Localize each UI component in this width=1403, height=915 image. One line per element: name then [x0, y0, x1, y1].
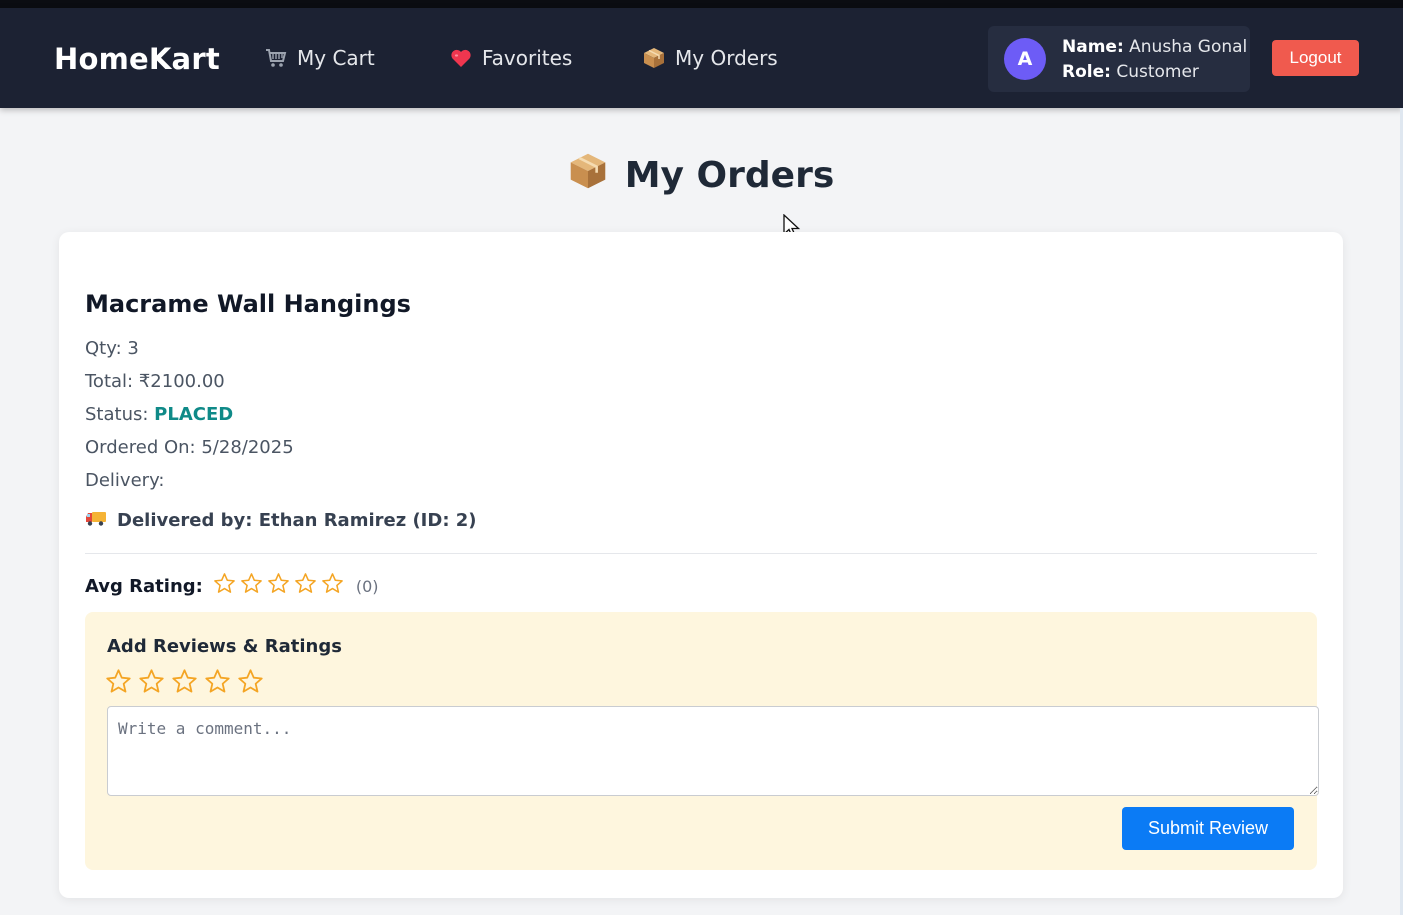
user-profile-box: A Name: Anusha Gonal Role: Customer: [988, 26, 1250, 92]
user-role: Customer: [1116, 62, 1199, 82]
page-title: My Orders: [0, 152, 1403, 199]
ordered-on-label: Ordered On:: [85, 437, 196, 458]
navbar: HomeKart My Cart Favorites My Orders A N…: [0, 8, 1403, 108]
avg-rating-row: Avg Rating: (0): [85, 572, 379, 600]
total-value: ₹2100.00: [138, 371, 225, 392]
star-icon: [240, 572, 263, 600]
heart-icon: [450, 47, 472, 69]
nav-my-cart-label: My Cart: [297, 46, 375, 70]
delivered-by-text: Delivered by: Ethan Ramirez (ID: 2): [117, 510, 477, 531]
truck-icon: [85, 509, 107, 532]
star-icon[interactable]: [204, 668, 231, 695]
divider: [85, 553, 1317, 554]
order-card: Macrame Wall Hangings Qty: 3 Total: ₹210…: [59, 232, 1343, 898]
order-status: Status: PLACED: [85, 404, 233, 425]
nav-favorites-label: Favorites: [482, 46, 573, 70]
package-icon: [569, 152, 607, 199]
order-total: Total: ₹2100.00: [85, 371, 225, 392]
avatar: A: [1004, 38, 1046, 80]
nav-my-cart[interactable]: My Cart: [265, 46, 375, 70]
order-qty: Qty: 3: [85, 338, 139, 359]
qty-label: Qty:: [85, 338, 122, 359]
review-star-rating[interactable]: [105, 668, 264, 695]
star-icon[interactable]: [237, 668, 264, 695]
brand-logo[interactable]: HomeKart: [54, 42, 220, 76]
review-title: Add Reviews & Ratings: [107, 636, 342, 657]
star-icon: [267, 572, 290, 600]
qty-value: 3: [127, 338, 139, 359]
total-label: Total:: [85, 371, 134, 392]
cart-icon: [265, 47, 287, 69]
star-icon[interactable]: [138, 668, 165, 695]
star-icon[interactable]: [105, 668, 132, 695]
rating-count: (0): [355, 576, 379, 596]
window-top-strip: [0, 0, 1403, 8]
avg-rating-label: Avg Rating:: [85, 575, 203, 597]
nav-my-orders-label: My Orders: [675, 46, 778, 70]
user-info: Name: Anusha Gonal Role: Customer: [1062, 35, 1247, 85]
review-panel: Add Reviews & Ratings Submit Review: [85, 612, 1319, 870]
order-date: Ordered On: 5/28/2025: [85, 437, 294, 458]
submit-review-button[interactable]: Submit Review: [1122, 807, 1294, 850]
avg-rating-stars: [213, 572, 344, 600]
package-icon: [643, 47, 665, 69]
user-role-row: Role: Customer: [1062, 60, 1247, 85]
comment-textarea[interactable]: [107, 706, 1319, 796]
logout-button[interactable]: Logout: [1272, 40, 1359, 76]
product-name: Macrame Wall Hangings: [85, 290, 411, 318]
user-name-row: Name: Anusha Gonal: [1062, 35, 1247, 60]
user-role-label: Role:: [1062, 62, 1111, 82]
page-title-text: My Orders: [624, 155, 835, 196]
star-icon: [321, 572, 344, 600]
status-label: Status:: [85, 404, 149, 425]
delivered-by-row: Delivered by: Ethan Ramirez (ID: 2): [85, 509, 477, 532]
star-icon: [294, 572, 317, 600]
delivery-label: Delivery:: [85, 470, 165, 491]
user-name: Anusha Gonal: [1129, 37, 1248, 57]
star-icon: [213, 572, 236, 600]
nav-favorites[interactable]: Favorites: [450, 46, 572, 70]
status-badge: PLACED: [154, 404, 234, 425]
nav-my-orders[interactable]: My Orders: [643, 46, 778, 70]
ordered-on-value: 5/28/2025: [201, 437, 294, 458]
user-name-label: Name:: [1062, 37, 1124, 57]
star-icon[interactable]: [171, 668, 198, 695]
